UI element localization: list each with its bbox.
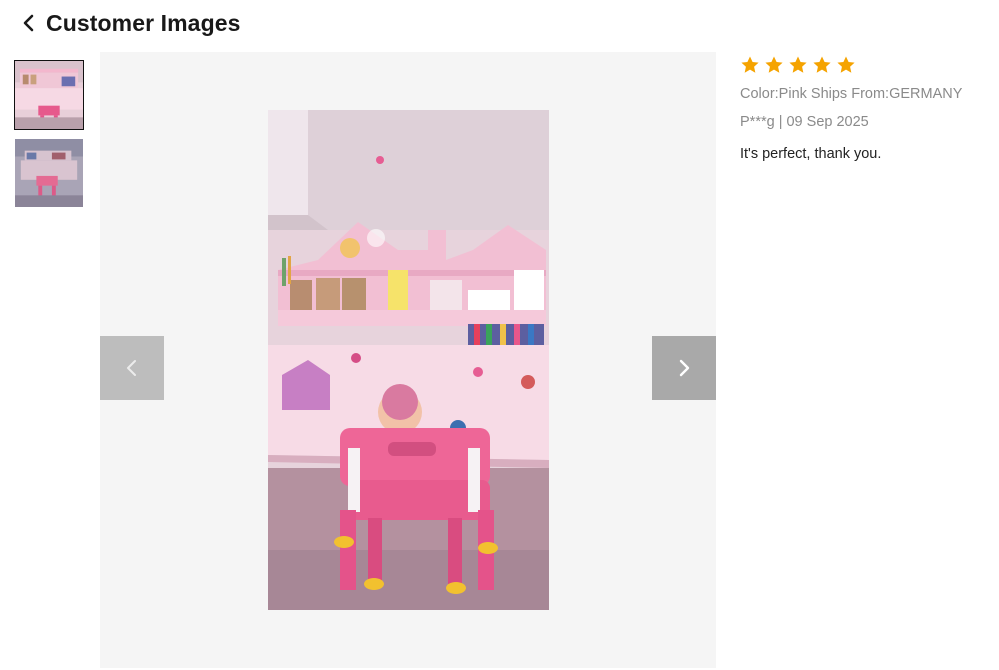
chevron-left-icon bbox=[127, 360, 136, 376]
thumbnail-image bbox=[15, 139, 83, 207]
photo-image bbox=[268, 110, 549, 610]
star-icon bbox=[837, 56, 855, 73]
star-rating bbox=[740, 54, 990, 76]
star-icon bbox=[813, 56, 831, 73]
thumbnail-list bbox=[14, 60, 84, 216]
previous-image-button[interactable] bbox=[100, 336, 164, 400]
thumbnail-1[interactable] bbox=[14, 60, 84, 130]
review-text: It's perfect, thank you. bbox=[740, 146, 882, 162]
thumbnail-2[interactable] bbox=[14, 138, 84, 208]
image-viewer bbox=[100, 52, 716, 668]
back-button[interactable] bbox=[18, 8, 40, 38]
page-title: Customer Images bbox=[46, 9, 241, 36]
star-icon bbox=[741, 56, 759, 73]
review-variant: Color:Pink Ships From:GERMANY bbox=[740, 86, 963, 102]
customer-photo bbox=[268, 110, 549, 610]
review-author-date: P***g | 09 Sep 2025 bbox=[740, 114, 869, 130]
star-icon bbox=[789, 56, 807, 73]
thumbnail-image bbox=[15, 61, 83, 129]
chevron-left-icon bbox=[23, 14, 34, 32]
next-image-button[interactable] bbox=[652, 336, 716, 400]
review-panel: Color:Pink Ships From:GERMANY P***g | 09… bbox=[740, 54, 990, 162]
page-header: Customer Images bbox=[18, 8, 241, 38]
chevron-right-icon bbox=[679, 359, 690, 377]
star-icon bbox=[765, 56, 783, 73]
